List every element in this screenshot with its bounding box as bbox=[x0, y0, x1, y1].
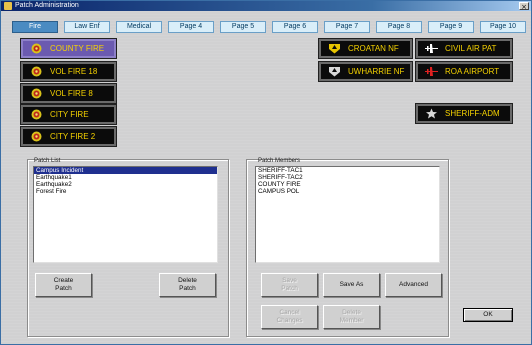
list-item[interactable]: CAMPUS POL bbox=[256, 188, 439, 195]
window-title: Patch Administration bbox=[15, 2, 79, 9]
delete-patch-button[interactable]: Delete Patch bbox=[159, 273, 216, 297]
patch-members-label: Patch Members bbox=[258, 158, 301, 164]
forest-service-icon bbox=[329, 44, 340, 54]
patch-button-civil-air-pat[interactable]: CIVIL AIR PAT bbox=[415, 38, 513, 59]
patch-label: CITY FIRE 2 bbox=[50, 132, 96, 141]
list-item[interactable]: COUNTY FIRE bbox=[256, 181, 439, 188]
patch-label: COUNTY FIRE bbox=[50, 44, 105, 53]
advanced-button[interactable]: Advanced bbox=[385, 273, 442, 297]
patch-button-county-fire[interactable]: COUNTY FIRE bbox=[20, 38, 117, 59]
list-item[interactable]: SHERIFF-TAC1 bbox=[256, 167, 439, 174]
fire-badge-icon bbox=[31, 88, 42, 99]
delete-member-button[interactable]: Delete Member bbox=[323, 305, 380, 329]
tab-page-6[interactable]: Page 6 bbox=[272, 21, 318, 33]
save-as-button[interactable]: Save As bbox=[323, 273, 380, 297]
patch-administration-window: Patch Administration × Fire Law Enf Medi… bbox=[0, 0, 532, 345]
tab-page-10[interactable]: Page 10 bbox=[480, 21, 526, 33]
patch-button-vol-fire-18[interactable]: VOL FIRE 18 bbox=[20, 61, 117, 82]
ok-button[interactable]: OK bbox=[463, 308, 513, 322]
list-item[interactable]: Earthquake2 bbox=[34, 181, 217, 188]
patch-button-croatan-nf[interactable]: CROATAN NF bbox=[318, 38, 413, 59]
cancel-changes-button[interactable]: Cancel Changes bbox=[261, 305, 318, 329]
list-item[interactable]: SHERIFF-TAC2 bbox=[256, 174, 439, 181]
tab-page-5[interactable]: Page 5 bbox=[220, 21, 266, 33]
patch-button-vol-fire-8[interactable]: VOL FIRE 8 bbox=[20, 83, 117, 104]
airplane-icon bbox=[425, 67, 438, 76]
tab-page-8[interactable]: Page 8 bbox=[376, 21, 422, 33]
patch-label: CITY FIRE bbox=[50, 110, 89, 119]
patch-label: CIVIL AIR PAT bbox=[445, 44, 497, 53]
save-patch-button[interactable]: Save Patch bbox=[261, 273, 318, 297]
patch-list-label: Patch List bbox=[34, 158, 61, 164]
tab-law-enf[interactable]: Law Enf bbox=[64, 21, 110, 33]
patch-label: VOL FIRE 8 bbox=[50, 89, 93, 98]
tab-page-4[interactable]: Page 4 bbox=[168, 21, 214, 33]
patch-button-roa-airport[interactable]: ROA AIRPORT bbox=[415, 61, 513, 82]
tab-page-7[interactable]: Page 7 bbox=[324, 21, 370, 33]
list-item[interactable]: Campus Incident bbox=[34, 167, 217, 174]
create-patch-button[interactable]: Create Patch bbox=[35, 273, 92, 297]
patch-label: UWHARRIE NF bbox=[348, 67, 405, 76]
app-icon bbox=[4, 2, 12, 10]
patch-label: CROATAN NF bbox=[348, 44, 399, 53]
list-item[interactable]: Earthquake1 bbox=[34, 174, 217, 181]
patch-button-city-fire-2[interactable]: CITY FIRE 2 bbox=[20, 126, 117, 147]
patch-members-box[interactable]: SHERIFF-TAC1 SHERIFF-TAC2 COUNTY FIRE CA… bbox=[255, 166, 440, 263]
fire-badge-icon bbox=[31, 66, 42, 77]
close-button[interactable]: × bbox=[519, 2, 529, 11]
patch-label: VOL FIRE 18 bbox=[50, 67, 98, 76]
patch-list-box[interactable]: Campus Incident Earthquake1 Earthquake2 … bbox=[33, 166, 218, 263]
patch-button-city-fire[interactable]: CITY FIRE bbox=[20, 104, 117, 125]
forest-service-icon bbox=[329, 67, 340, 77]
airplane-icon bbox=[425, 44, 438, 53]
title-bar[interactable]: Patch Administration × bbox=[1, 1, 531, 11]
patch-label: SHERIFF-ADM bbox=[445, 109, 500, 118]
fire-badge-icon bbox=[31, 131, 42, 142]
fire-badge-icon bbox=[31, 43, 42, 54]
tab-page-9[interactable]: Page 9 bbox=[428, 21, 474, 33]
patch-button-sheriff-adm[interactable]: SHERIFF-ADM bbox=[415, 103, 513, 124]
fire-badge-icon bbox=[31, 109, 42, 120]
tab-fire[interactable]: Fire bbox=[12, 21, 58, 33]
patch-label: ROA AIRPORT bbox=[445, 67, 500, 76]
sheriff-star-icon bbox=[426, 108, 437, 119]
patch-button-uwharrie-nf[interactable]: UWHARRIE NF bbox=[318, 61, 413, 82]
list-item[interactable]: Forest Fire bbox=[34, 188, 217, 195]
tab-medical[interactable]: Medical bbox=[116, 21, 162, 33]
